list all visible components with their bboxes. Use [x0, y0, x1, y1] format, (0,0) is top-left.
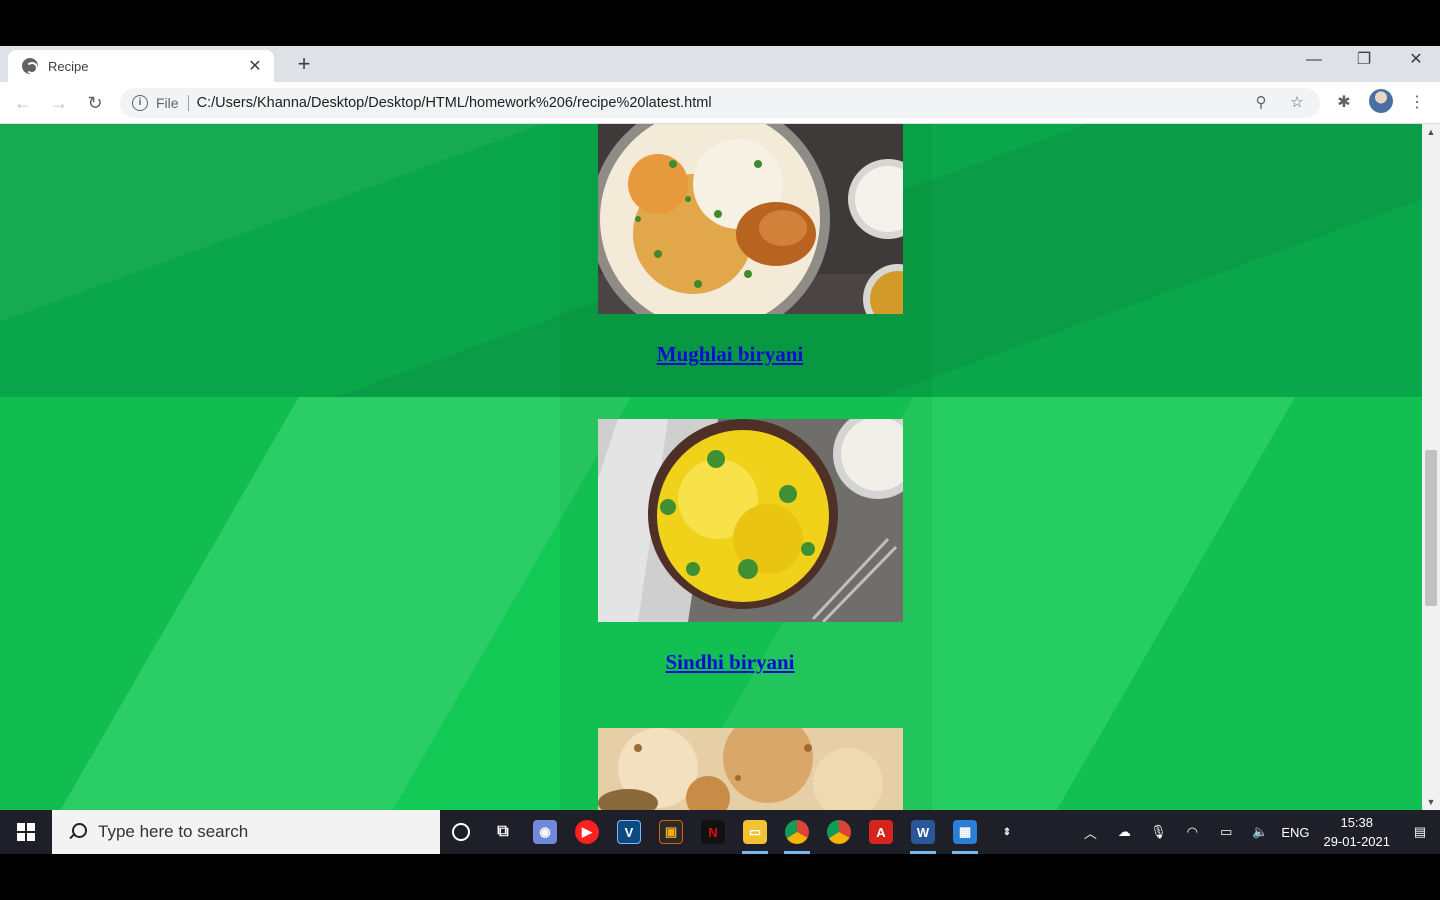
recipe-image-mughlai[interactable]: [598, 124, 903, 314]
clock-date: 29-01-2021: [1323, 834, 1391, 849]
scroll-down-arrow-icon[interactable]: ▼: [1422, 794, 1440, 810]
wifi-icon[interactable]: ◠: [1175, 810, 1209, 854]
taskbar-scroll-icon[interactable]: ⇕: [986, 810, 1028, 854]
page-scrollbar[interactable]: ▲ ▼: [1422, 124, 1440, 810]
recipe-image-sindhi[interactable]: [598, 419, 903, 622]
browser-toolbar: ← → ↻ i File C:/Users/Khanna/Desktop/Des…: [0, 82, 1440, 124]
acrobat-icon[interactable]: A: [860, 810, 902, 854]
recipe-link-sindhi[interactable]: Sindhi biryani: [560, 650, 900, 675]
new-tab-button[interactable]: +: [290, 50, 318, 78]
taskbar-search[interactable]: Type here to search: [52, 810, 440, 854]
clock-time: 15:38: [1340, 815, 1374, 830]
file-explorer-icon[interactable]: ▭: [734, 810, 776, 854]
menu-kebab-icon[interactable]: ⋮: [1404, 90, 1430, 116]
onedrive-icon[interactable]: ☁: [1107, 810, 1141, 854]
netflix-icon[interactable]: N: [692, 810, 734, 854]
clock[interactable]: 15:38 29-01-2021: [1314, 810, 1401, 854]
start-button[interactable]: [0, 810, 52, 854]
recipe-image-third[interactable]: [598, 728, 903, 810]
language-indicator[interactable]: ENG: [1277, 810, 1313, 854]
chrome-profile-icon[interactable]: [818, 810, 860, 854]
volume-icon[interactable]: 🔈: [1243, 810, 1277, 854]
word-icon[interactable]: W: [902, 810, 944, 854]
task-view-icon[interactable]: ⧉: [482, 810, 524, 854]
system-tray: ︿ ☁ 🎙 ◠ ▭ 🔈 ENG 15:38 29-01-2021 ▤: [1073, 810, 1440, 854]
biryani-photo-partial-icon: [598, 728, 903, 810]
url-text[interactable]: C:/Users/Khanna/Desktop/Desktop/HTML/hom…: [197, 95, 1248, 111]
vscode-icon[interactable]: V: [608, 810, 650, 854]
page-viewport: Mughlai biryani Sindhi biryani: [0, 124, 1422, 810]
scroll-thumb[interactable]: [1425, 450, 1437, 606]
yellow-rice-biryani-photo-icon: [598, 419, 903, 622]
close-window-button[interactable]: ✕: [1390, 46, 1440, 76]
tab-strip: Recipe ✕ +: [0, 46, 1440, 82]
photos-icon[interactable]: ▦: [944, 810, 986, 854]
chicken-biryani-photo-icon: [598, 124, 903, 314]
notifications-icon[interactable]: ▤: [1400, 810, 1440, 854]
tab-recipe[interactable]: Recipe ✕: [8, 50, 274, 82]
globe-icon: [22, 58, 38, 74]
media-app-icon[interactable]: ▣: [650, 810, 692, 854]
zoom-icon[interactable]: ⚲: [1248, 90, 1274, 116]
search-icon: [66, 821, 88, 843]
windows-taskbar: Type here to search ⧉ ◉ ▶ V ▣ N ▭ A W ▦ …: [0, 810, 1440, 854]
windows-logo-icon: [17, 823, 35, 841]
search-placeholder: Type here to search: [98, 822, 249, 841]
restore-button[interactable]: ❐: [1338, 46, 1390, 76]
info-icon[interactable]: i: [132, 95, 148, 111]
discord-icon[interactable]: ◉: [524, 810, 566, 854]
battery-icon[interactable]: ▭: [1209, 810, 1243, 854]
microphone-icon[interactable]: 🎙: [1141, 810, 1175, 854]
youtube-icon[interactable]: ▶: [566, 810, 608, 854]
tab-title: Recipe: [48, 58, 89, 74]
profile-avatar[interactable]: [1369, 89, 1393, 113]
forward-arrow-icon[interactable]: →: [46, 90, 72, 116]
back-arrow-icon[interactable]: ←: [10, 90, 36, 116]
minimize-button[interactable]: —: [1288, 46, 1340, 76]
extensions-puzzle-icon[interactable]: ✱: [1331, 90, 1357, 116]
cortana-icon[interactable]: [440, 810, 482, 854]
reload-icon[interactable]: ↻: [82, 90, 108, 116]
show-hidden-icons-icon[interactable]: ︿: [1073, 810, 1107, 854]
scroll-up-arrow-icon[interactable]: ▲: [1422, 124, 1440, 140]
screen-letterbox-top: [0, 0, 1440, 46]
address-bar[interactable]: i File C:/Users/Khanna/Desktop/Desktop/H…: [120, 88, 1320, 118]
bookmark-star-icon[interactable]: ☆: [1284, 90, 1310, 116]
chrome-icon[interactable]: [776, 810, 818, 854]
recipe-link-mughlai[interactable]: Mughlai biryani: [560, 342, 900, 367]
screen-letterbox-bottom: [0, 854, 1440, 900]
close-tab-icon[interactable]: ✕: [246, 56, 264, 76]
scheme-label: File: [156, 95, 189, 111]
